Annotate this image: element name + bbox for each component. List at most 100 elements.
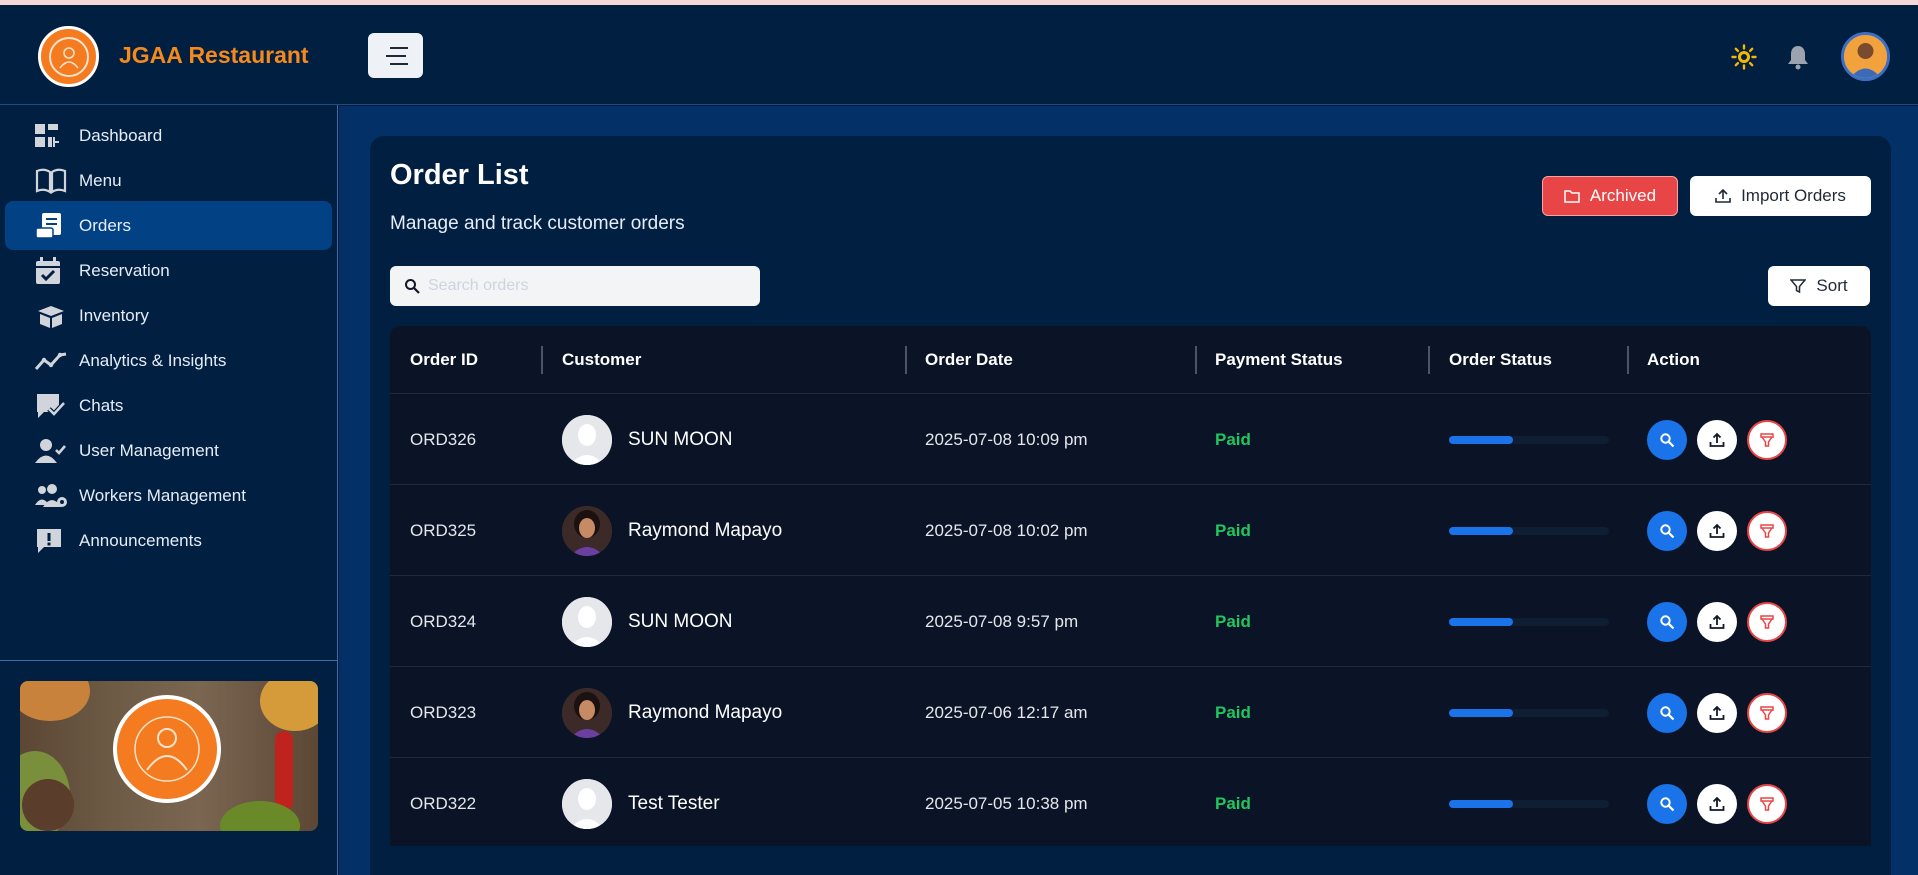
view-order-button[interactable]	[1647, 510, 1687, 551]
search-icon	[1660, 523, 1675, 538]
filter-archive-icon	[1760, 796, 1774, 811]
export-order-button[interactable]	[1697, 510, 1737, 551]
upload-icon	[1715, 188, 1731, 203]
order-date-cell: 2025-07-08 10:02 pm	[925, 520, 1088, 540]
orders-table: Order ID Customer Order Date Payment Sta…	[390, 326, 1871, 846]
column-order-date[interactable]: Order Date	[925, 326, 1013, 394]
order-status-progress-fill	[1449, 435, 1513, 444]
archived-button[interactable]: Archived	[1542, 176, 1678, 216]
payment-status-badge: Paid	[1215, 611, 1251, 631]
table-row[interactable]: ORD325 Raymond Mapayo 2025-07-08 10:02 pm P…	[390, 485, 1871, 576]
table-row[interactable]: ORD324 SUN MOON 2025-07-08 9:57 pm Paid	[390, 576, 1871, 667]
brand-name: JGAA Restaurant	[119, 42, 309, 68]
customer-cell: Raymond Mapayo	[562, 667, 782, 758]
search-box[interactable]	[390, 266, 760, 306]
order-status-cell	[1449, 758, 1609, 846]
export-order-button[interactable]	[1697, 692, 1737, 733]
order-date-cell: 2025-07-06 12:17 am	[925, 702, 1088, 722]
calendar-check-icon	[35, 256, 69, 286]
sidebar-toggle-button[interactable]	[368, 33, 423, 78]
order-id-cell: ORD322	[410, 793, 477, 813]
customer-name: Raymond Mapayo	[628, 519, 783, 541]
column-order-status[interactable]: Order Status	[1449, 326, 1552, 394]
action-cell	[1647, 758, 1797, 846]
sidebar-item-label: Dashboard	[79, 125, 163, 145]
table-row[interactable]: ORD322 Test Tester 2025-07-05 10:38 pm Paid	[390, 758, 1871, 846]
export-order-button[interactable]	[1697, 601, 1737, 642]
view-order-button[interactable]	[1647, 601, 1687, 642]
payment-status-badge: Paid	[1215, 520, 1251, 540]
export-order-button[interactable]	[1697, 783, 1737, 824]
import-orders-button[interactable]: Import Orders	[1690, 176, 1871, 216]
bell-icon[interactable]	[1783, 42, 1813, 72]
search-input[interactable]	[428, 277, 748, 295]
column-order-id[interactable]: Order ID	[410, 326, 478, 394]
filter-archive-icon	[1760, 705, 1774, 720]
sidebar-item-announcements[interactable]: Announcements	[5, 516, 332, 565]
search-icon	[1660, 705, 1675, 720]
filter-archive-icon	[1760, 432, 1774, 447]
search-icon	[1660, 796, 1675, 811]
search-icon	[1660, 614, 1675, 629]
sidebar-item-label: Orders	[79, 215, 131, 235]
archive-order-button[interactable]	[1747, 783, 1787, 824]
order-date-cell: 2025-07-05 10:38 pm	[925, 793, 1088, 813]
folder-icon	[1564, 190, 1580, 203]
trend-icon	[35, 346, 69, 376]
archive-order-button[interactable]	[1747, 419, 1787, 460]
sidebar-item-chats[interactable]: Chats	[5, 381, 332, 430]
view-order-button[interactable]	[1647, 419, 1687, 460]
sidebar-item-label: Menu	[79, 170, 122, 190]
sidebar-item-workers-management[interactable]: Workers Management	[5, 471, 332, 520]
customer-avatar	[562, 687, 612, 738]
upload-icon	[1709, 523, 1725, 538]
table-row[interactable]: ORD326 SUN MOON 2025-07-08 10:09 pm Paid	[390, 394, 1871, 485]
order-status-progress	[1449, 435, 1609, 444]
main-content: Order List Manage and track customer ord…	[339, 106, 1918, 875]
payment-status-badge: Paid	[1215, 429, 1251, 449]
alert-message-icon	[35, 526, 69, 556]
sidebar-item-analytics[interactable]: Analytics & Insights	[5, 336, 332, 385]
user-avatar[interactable]	[1841, 32, 1890, 81]
action-cell	[1647, 485, 1797, 576]
sidebar-item-menu[interactable]: Menu	[5, 156, 332, 205]
filter-icon	[1790, 279, 1807, 294]
order-date-cell: 2025-07-08 9:57 pm	[925, 611, 1079, 631]
customer-avatar	[562, 596, 612, 647]
table-row[interactable]: ORD323 Raymond Mapayo 2025-07-06 12:17 am P…	[390, 667, 1871, 758]
sidebar-item-label: Chats	[79, 395, 124, 415]
sidebar-item-reservation[interactable]: Reservation	[5, 246, 332, 295]
sort-button[interactable]: Sort	[1768, 266, 1870, 306]
view-order-button[interactable]	[1647, 692, 1687, 733]
column-action: Action	[1647, 350, 1700, 369]
view-order-button[interactable]	[1647, 783, 1687, 824]
upload-icon	[1709, 796, 1725, 811]
filter-archive-icon	[1760, 523, 1774, 538]
customer-cell: SUN MOON	[562, 394, 733, 485]
sidebar-item-label: Analytics & Insights	[79, 350, 227, 370]
column-customer[interactable]: Customer	[562, 326, 641, 394]
brand-logo[interactable]	[38, 26, 99, 87]
sidebar-item-dashboard[interactable]: Dashboard	[5, 111, 332, 160]
customer-avatar	[562, 505, 612, 556]
action-cell	[1647, 667, 1797, 758]
sidebar-item-label: Reservation	[79, 260, 170, 280]
archive-order-button[interactable]	[1747, 510, 1787, 551]
sidebar-item-label: User Management	[79, 440, 219, 460]
sun-icon[interactable]	[1729, 42, 1759, 72]
sidebar-item-orders[interactable]: Orders	[5, 201, 332, 250]
archive-order-button[interactable]	[1747, 601, 1787, 642]
sidebar-item-user-management[interactable]: User Management	[5, 426, 332, 475]
order-list-card: Order List Manage and track customer ord…	[370, 136, 1891, 875]
archived-label: Archived	[1589, 186, 1657, 205]
column-payment-status[interactable]: Payment Status	[1215, 326, 1343, 394]
sidebar-item-inventory[interactable]: Inventory	[5, 291, 332, 340]
order-id-cell: ORD324	[410, 611, 477, 631]
order-status-progress-fill	[1449, 526, 1513, 535]
payment-status-badge: Paid	[1215, 793, 1251, 813]
archive-order-button[interactable]	[1747, 692, 1787, 733]
order-date-cell: 2025-07-08 10:09 pm	[925, 429, 1088, 449]
table-header: Order ID Customer Order Date Payment Sta…	[390, 326, 1871, 394]
export-order-button[interactable]	[1697, 419, 1737, 460]
page-subtitle: Manage and track customer orders	[390, 213, 685, 234]
